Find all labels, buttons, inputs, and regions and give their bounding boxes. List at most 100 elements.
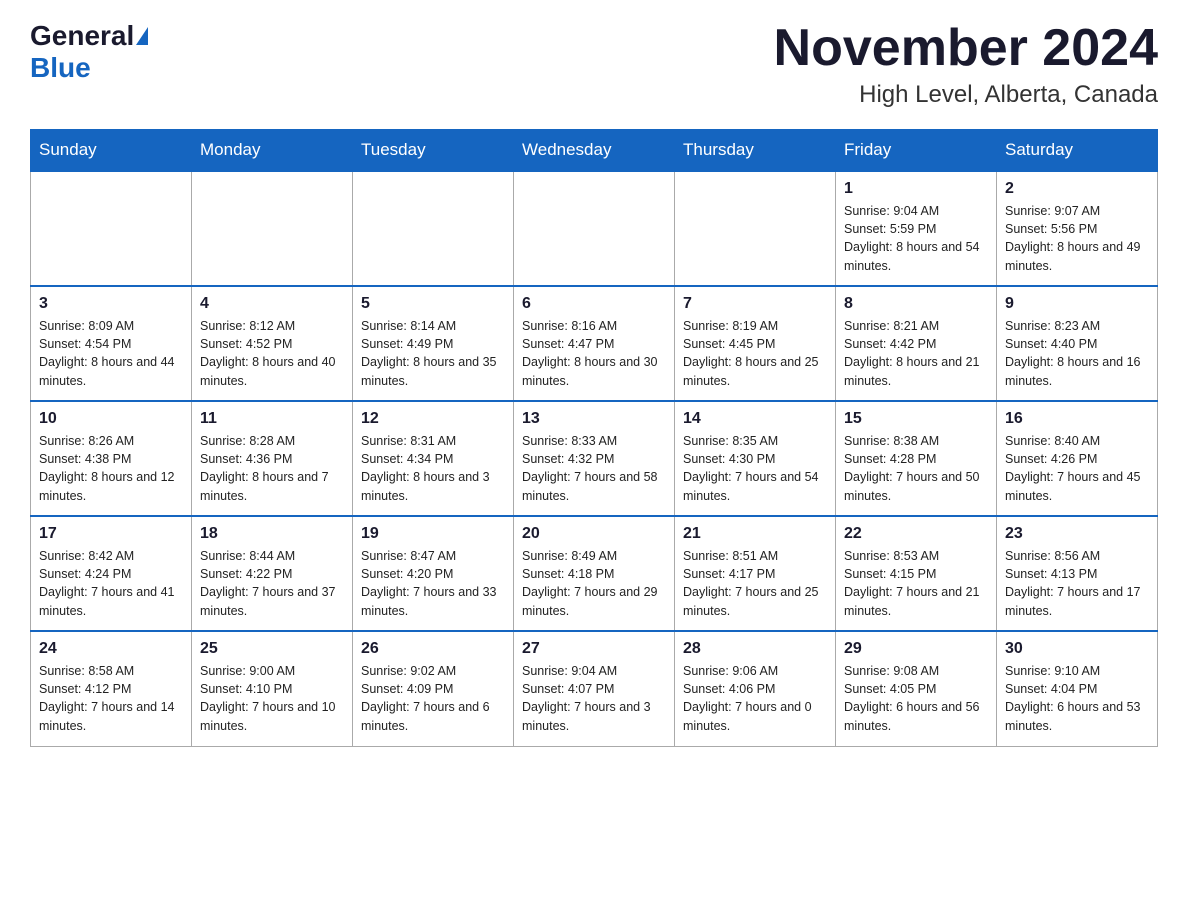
day-info: Sunrise: 8:53 AMSunset: 4:15 PMDaylight:… bbox=[844, 547, 988, 620]
calendar-cell: 23 Sunrise: 8:56 AMSunset: 4:13 PMDayligh… bbox=[997, 516, 1158, 631]
day-info: Sunrise: 9:00 AMSunset: 4:10 PMDaylight:… bbox=[200, 662, 344, 735]
day-number: 3 bbox=[39, 295, 183, 313]
day-number: 16 bbox=[1005, 410, 1149, 428]
calendar-cell: 12 Sunrise: 8:31 AMSunset: 4:34 PMDayligh… bbox=[353, 401, 514, 516]
day-info: Sunrise: 8:31 AMSunset: 4:34 PMDaylight:… bbox=[361, 432, 505, 505]
day-number: 7 bbox=[683, 295, 827, 313]
logo-triangle-icon bbox=[136, 27, 148, 45]
calendar-cell: 21 Sunrise: 8:51 AMSunset: 4:17 PMDayligh… bbox=[675, 516, 836, 631]
day-number: 4 bbox=[200, 295, 344, 313]
day-info: Sunrise: 8:38 AMSunset: 4:28 PMDaylight:… bbox=[844, 432, 988, 505]
day-info: Sunrise: 9:02 AMSunset: 4:09 PMDaylight:… bbox=[361, 662, 505, 735]
calendar-cell: 27 Sunrise: 9:04 AMSunset: 4:07 PMDayligh… bbox=[514, 631, 675, 746]
calendar-cell: 3 Sunrise: 8:09 AMSunset: 4:54 PMDaylight… bbox=[31, 286, 192, 401]
day-number: 5 bbox=[361, 295, 505, 313]
day-number: 22 bbox=[844, 525, 988, 543]
calendar-cell: 1 Sunrise: 9:04 AMSunset: 5:59 PMDaylight… bbox=[836, 171, 997, 286]
calendar-cell: 26Sunrise: 9:02 AMSunset: 4:09 PMDayligh… bbox=[353, 631, 514, 746]
day-number: 30 bbox=[1005, 640, 1149, 658]
day-info: Sunrise: 8:14 AMSunset: 4:49 PMDaylight:… bbox=[361, 317, 505, 390]
logo-general-text: General bbox=[30, 20, 134, 52]
calendar-cell: 16Sunrise: 8:40 AMSunset: 4:26 PMDayligh… bbox=[997, 401, 1158, 516]
day-number: 12 bbox=[361, 410, 505, 428]
day-number: 21 bbox=[683, 525, 827, 543]
calendar-week-5: 24 Sunrise: 8:58 AMSunset: 4:12 PMDayligh… bbox=[31, 631, 1158, 746]
calendar-week-3: 10 Sunrise: 8:26 AMSunset: 4:38 PMDayligh… bbox=[31, 401, 1158, 516]
col-header-monday: Monday bbox=[192, 130, 353, 172]
page-header: General Blue November 2024 High Level, A… bbox=[30, 20, 1158, 109]
calendar-week-2: 3 Sunrise: 8:09 AMSunset: 4:54 PMDaylight… bbox=[31, 286, 1158, 401]
day-number: 24 bbox=[39, 640, 183, 658]
day-info: Sunrise: 8:21 AMSunset: 4:42 PMDaylight:… bbox=[844, 317, 988, 390]
calendar-cell: 20 Sunrise: 8:49 AMSunset: 4:18 PMDayligh… bbox=[514, 516, 675, 631]
day-number: 18 bbox=[200, 525, 344, 543]
calendar-cell: 6 Sunrise: 8:16 AMSunset: 4:47 PMDaylight… bbox=[514, 286, 675, 401]
day-number: 8 bbox=[844, 295, 988, 313]
day-info: Sunrise: 9:04 AMSunset: 4:07 PMDaylight:… bbox=[522, 662, 666, 735]
day-info: Sunrise: 8:19 AMSunset: 4:45 PMDaylight:… bbox=[683, 317, 827, 390]
day-number: 11 bbox=[200, 410, 344, 428]
calendar-cell: 9Sunrise: 8:23 AMSunset: 4:40 PMDaylight… bbox=[997, 286, 1158, 401]
calendar-week-4: 17Sunrise: 8:42 AMSunset: 4:24 PMDayligh… bbox=[31, 516, 1158, 631]
calendar-cell: 4 Sunrise: 8:12 AMSunset: 4:52 PMDaylight… bbox=[192, 286, 353, 401]
calendar-table: Sunday Monday Tuesday Wednesday Thursday… bbox=[30, 129, 1158, 747]
calendar-cell bbox=[31, 171, 192, 286]
calendar-cell: 17Sunrise: 8:42 AMSunset: 4:24 PMDayligh… bbox=[31, 516, 192, 631]
day-number: 6 bbox=[522, 295, 666, 313]
calendar-cell: 18 Sunrise: 8:44 AMSunset: 4:22 PMDayligh… bbox=[192, 516, 353, 631]
day-number: 25 bbox=[200, 640, 344, 658]
day-number: 2 bbox=[1005, 180, 1149, 198]
day-number: 23 bbox=[1005, 525, 1149, 543]
calendar-cell: 11 Sunrise: 8:28 AMSunset: 4:36 PMDayligh… bbox=[192, 401, 353, 516]
day-info: Sunrise: 8:16 AMSunset: 4:47 PMDaylight:… bbox=[522, 317, 666, 390]
day-info: Sunrise: 8:51 AMSunset: 4:17 PMDaylight:… bbox=[683, 547, 827, 620]
day-info: Sunrise: 8:35 AMSunset: 4:30 PMDaylight:… bbox=[683, 432, 827, 505]
day-info: Sunrise: 8:56 AMSunset: 4:13 PMDaylight:… bbox=[1005, 547, 1149, 620]
day-number: 19 bbox=[361, 525, 505, 543]
day-info: Sunrise: 9:10 AMSunset: 4:04 PMDaylight:… bbox=[1005, 662, 1149, 735]
calendar-cell: 30 Sunrise: 9:10 AMSunset: 4:04 PMDayligh… bbox=[997, 631, 1158, 746]
title-area: November 2024 High Level, Alberta, Canad… bbox=[774, 20, 1158, 109]
day-number: 1 bbox=[844, 180, 988, 198]
day-number: 28 bbox=[683, 640, 827, 658]
day-number: 9 bbox=[1005, 295, 1149, 313]
calendar-cell: 25 Sunrise: 9:00 AMSunset: 4:10 PMDayligh… bbox=[192, 631, 353, 746]
day-number: 14 bbox=[683, 410, 827, 428]
day-info: Sunrise: 8:12 AMSunset: 4:52 PMDaylight:… bbox=[200, 317, 344, 390]
calendar-cell: 15 Sunrise: 8:38 AMSunset: 4:28 PMDayligh… bbox=[836, 401, 997, 516]
calendar-header-row: Sunday Monday Tuesday Wednesday Thursday… bbox=[31, 130, 1158, 172]
calendar-cell: 8 Sunrise: 8:21 AMSunset: 4:42 PMDaylight… bbox=[836, 286, 997, 401]
day-info: Sunrise: 8:09 AMSunset: 4:54 PMDaylight:… bbox=[39, 317, 183, 390]
col-header-wednesday: Wednesday bbox=[514, 130, 675, 172]
day-number: 10 bbox=[39, 410, 183, 428]
day-info: Sunrise: 8:33 AMSunset: 4:32 PMDaylight:… bbox=[522, 432, 666, 505]
day-info: Sunrise: 9:04 AMSunset: 5:59 PMDaylight:… bbox=[844, 202, 988, 275]
day-info: Sunrise: 8:26 AMSunset: 4:38 PMDaylight:… bbox=[39, 432, 183, 505]
day-info: Sunrise: 8:28 AMSunset: 4:36 PMDaylight:… bbox=[200, 432, 344, 505]
day-number: 29 bbox=[844, 640, 988, 658]
day-number: 13 bbox=[522, 410, 666, 428]
calendar-cell: 29 Sunrise: 9:08 AMSunset: 4:05 PMDayligh… bbox=[836, 631, 997, 746]
day-info: Sunrise: 8:47 AMSunset: 4:20 PMDaylight:… bbox=[361, 547, 505, 620]
calendar-cell bbox=[675, 171, 836, 286]
calendar-cell: 14 Sunrise: 8:35 AMSunset: 4:30 PMDayligh… bbox=[675, 401, 836, 516]
calendar-cell: 19 Sunrise: 8:47 AMSunset: 4:20 PMDayligh… bbox=[353, 516, 514, 631]
day-info: Sunrise: 8:49 AMSunset: 4:18 PMDaylight:… bbox=[522, 547, 666, 620]
calendar-cell: 2 Sunrise: 9:07 AMSunset: 5:56 PMDaylight… bbox=[997, 171, 1158, 286]
calendar-cell: 28Sunrise: 9:06 AMSunset: 4:06 PMDayligh… bbox=[675, 631, 836, 746]
day-number: 20 bbox=[522, 525, 666, 543]
calendar-cell: 13 Sunrise: 8:33 AMSunset: 4:32 PMDayligh… bbox=[514, 401, 675, 516]
calendar-cell: 24 Sunrise: 8:58 AMSunset: 4:12 PMDayligh… bbox=[31, 631, 192, 746]
calendar-week-1: 1 Sunrise: 9:04 AMSunset: 5:59 PMDaylight… bbox=[31, 171, 1158, 286]
calendar-subtitle: High Level, Alberta, Canada bbox=[774, 81, 1158, 109]
day-info: Sunrise: 9:08 AMSunset: 4:05 PMDaylight:… bbox=[844, 662, 988, 735]
day-info: Sunrise: 8:58 AMSunset: 4:12 PMDaylight:… bbox=[39, 662, 183, 735]
day-number: 27 bbox=[522, 640, 666, 658]
col-header-sunday: Sunday bbox=[31, 130, 192, 172]
calendar-cell bbox=[192, 171, 353, 286]
calendar-cell bbox=[514, 171, 675, 286]
day-number: 15 bbox=[844, 410, 988, 428]
day-info: Sunrise: 8:44 AMSunset: 4:22 PMDaylight:… bbox=[200, 547, 344, 620]
day-info: Sunrise: 9:07 AMSunset: 5:56 PMDaylight:… bbox=[1005, 202, 1149, 275]
calendar-cell bbox=[353, 171, 514, 286]
